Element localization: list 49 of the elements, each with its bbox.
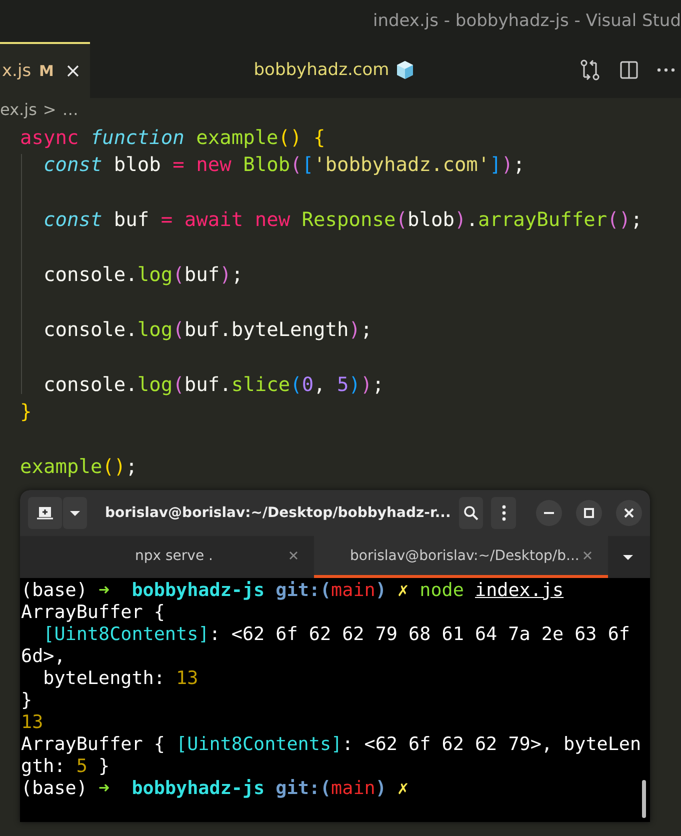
terminal-line: [Uint8Contents]: <62 6f 62 62 79 68 61 64 7a 2e 63 6f: [42, 624, 630, 646]
new-tab-icon: [37, 506, 53, 520]
search-icon: [463, 505, 480, 521]
menu-icon: [502, 505, 506, 521]
split-editor-icon[interactable]: [619, 60, 639, 80]
cube-icon: [395, 60, 416, 80]
code-line: async function example() {: [20, 125, 326, 151]
terminal-line: ArrayBuffer {: [21, 602, 165, 624]
scrollbar-thumb[interactable]: [642, 780, 646, 818]
terminal-line: 13: [21, 712, 44, 734]
maximize-icon: [584, 508, 594, 518]
close-button[interactable]: [616, 500, 642, 526]
code-line: console.log(buf.slice(0, 5));: [42, 372, 384, 398]
close-icon: [624, 508, 634, 518]
dropdown-button[interactable]: [63, 497, 87, 529]
modified-label: M: [39, 62, 54, 80]
terminal-line: ArrayBuffer { [Uint8Contents]: <62 6f 62 62 79>, byteLen: [21, 734, 642, 756]
code-line: example();: [20, 454, 138, 480]
code-line: }: [20, 398, 32, 425]
more-icon[interactable]: [657, 67, 675, 73]
search-button[interactable]: [458, 497, 484, 529]
new-tab-button[interactable]: [28, 497, 62, 529]
caret-icon[interactable]: [622, 554, 634, 560]
terminal-line: (base) ➜ bobbyhadz-js git:(main) ✗ node index.js: [21, 580, 564, 602]
minimize-icon: [544, 512, 554, 514]
terminal-line: byteLength: 13: [42, 668, 198, 690]
terminal-line: }: [21, 690, 32, 712]
source-control-icon[interactable]: [579, 59, 601, 81]
breadcrumb-separator: >: [42, 100, 56, 118]
code-line: const buf = await new Response(blob).arrayBuffer();: [42, 207, 642, 234]
tab-label: x.js: [2, 61, 32, 81]
window-title: index.js - bobbyhadz-js - Visual Stud: [372, 11, 681, 31]
terminal-line: gth: 5 }: [21, 756, 110, 778]
caret-icon: [69, 510, 81, 516]
minimize-button[interactable]: [536, 500, 562, 526]
maximize-button[interactable]: [576, 500, 602, 526]
terminal-title: borislav@borislav:~/Desktop/bobbyhadz-r...: [104, 505, 451, 521]
terminal-line: (base) ➜ bobbyhadz-js git:(main) ✗: [21, 778, 409, 800]
terminal-line: 6d>,: [21, 646, 66, 668]
code-line: console.log(buf.byteLength);: [42, 316, 372, 343]
editor-tab[interactable]: x.js M: [0, 42, 90, 98]
editor-title: bobbyhadz.com: [254, 60, 390, 80]
menu-button[interactable]: [491, 497, 516, 529]
breadcrumb-item[interactable]: …: [62, 100, 78, 118]
code-line: console.log(buf);: [42, 262, 244, 288]
terminal-tab[interactable]: npx serve .: [20, 536, 314, 578]
breadcrumb-item[interactable]: ex.js: [0, 100, 37, 118]
code-line: const blob = new Blob(['bobbyhadz.com']);: [42, 152, 525, 178]
terminal-tab[interactable]: borislav@borislav:~/Desktop/b...: [314, 536, 608, 578]
